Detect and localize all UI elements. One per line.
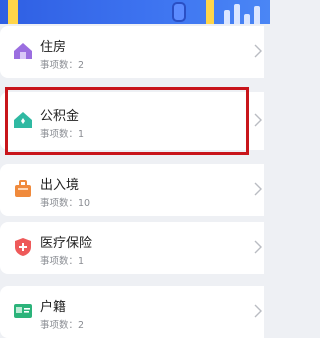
- luggage-icon: [15, 180, 31, 197]
- item-count: 事项数：1: [40, 129, 85, 140]
- house-icon: [14, 43, 32, 59]
- item-title: 户籍: [40, 300, 67, 315]
- banner-decoration: [206, 0, 214, 24]
- medical-shield-icon: [15, 238, 31, 256]
- household-register-icon: [14, 304, 32, 318]
- top-banner: [0, 0, 270, 24]
- banner-decoration: [8, 0, 18, 24]
- chevron-right-icon: [254, 182, 262, 196]
- chevron-right-icon: [254, 240, 262, 254]
- chevron-right-icon: [254, 44, 262, 58]
- service-card-medical-insurance[interactable]: 医疗保险 事项数：1: [0, 222, 264, 274]
- house-fund-icon: [14, 112, 32, 128]
- chevron-right-icon: [254, 304, 262, 318]
- item-title: 住房: [40, 40, 67, 55]
- item-count: 事项数：2: [40, 60, 85, 71]
- service-card-housing-fund[interactable]: 公积金 事项数：1: [0, 92, 264, 150]
- service-card-immigration[interactable]: 出入境 事项数：10: [0, 164, 264, 216]
- chevron-right-icon: [254, 113, 262, 127]
- item-title: 公积金: [40, 109, 80, 124]
- service-card-household-register[interactable]: 户籍 事项数：2: [0, 286, 264, 338]
- item-count: 事项数：1: [40, 256, 85, 267]
- item-count: 事项数：2: [40, 320, 85, 331]
- item-title: 出入境: [40, 178, 80, 193]
- service-card-housing[interactable]: 住房 事项数：2: [0, 26, 264, 78]
- banner-illustration: [222, 0, 262, 24]
- item-title: 医疗保险: [40, 236, 93, 251]
- banner-illustration: [172, 2, 186, 22]
- item-count: 事项数：10: [40, 198, 91, 209]
